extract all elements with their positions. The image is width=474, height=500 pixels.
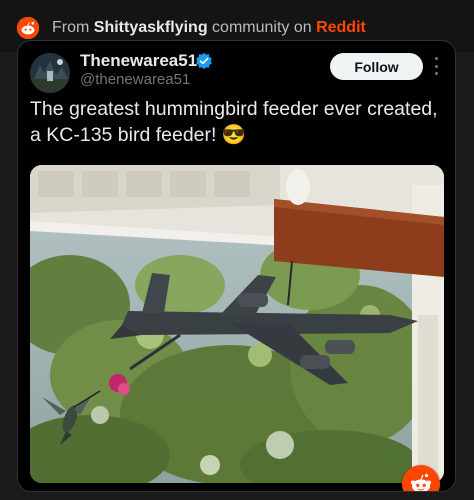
- header-prefix: From: [52, 19, 94, 36]
- follow-button[interactable]: Follow: [330, 53, 423, 80]
- tweet-photo[interactable]: [30, 165, 444, 483]
- soffit-vent: [38, 171, 250, 197]
- header-middle: community on: [207, 19, 317, 36]
- tweet-card: Thenewarea51 @thenewarea51 Follow The gr…: [17, 40, 456, 492]
- reddit-link[interactable]: Reddit: [316, 19, 366, 36]
- verified-badge-icon: [196, 52, 212, 70]
- author-handle[interactable]: @thenewarea51: [80, 71, 190, 88]
- author-name[interactable]: Thenewarea51: [80, 51, 197, 71]
- avatar[interactable]: [30, 53, 70, 93]
- embed-source-text: From Shittyaskflying community on Reddit: [52, 19, 366, 37]
- tweet-text: The greatest hummingbird feeder ever cre…: [30, 98, 438, 146]
- more-options-icon[interactable]: [432, 57, 440, 75]
- reddit-logo-icon[interactable]: [17, 17, 39, 39]
- community-link[interactable]: Shittyaskflying: [94, 19, 208, 36]
